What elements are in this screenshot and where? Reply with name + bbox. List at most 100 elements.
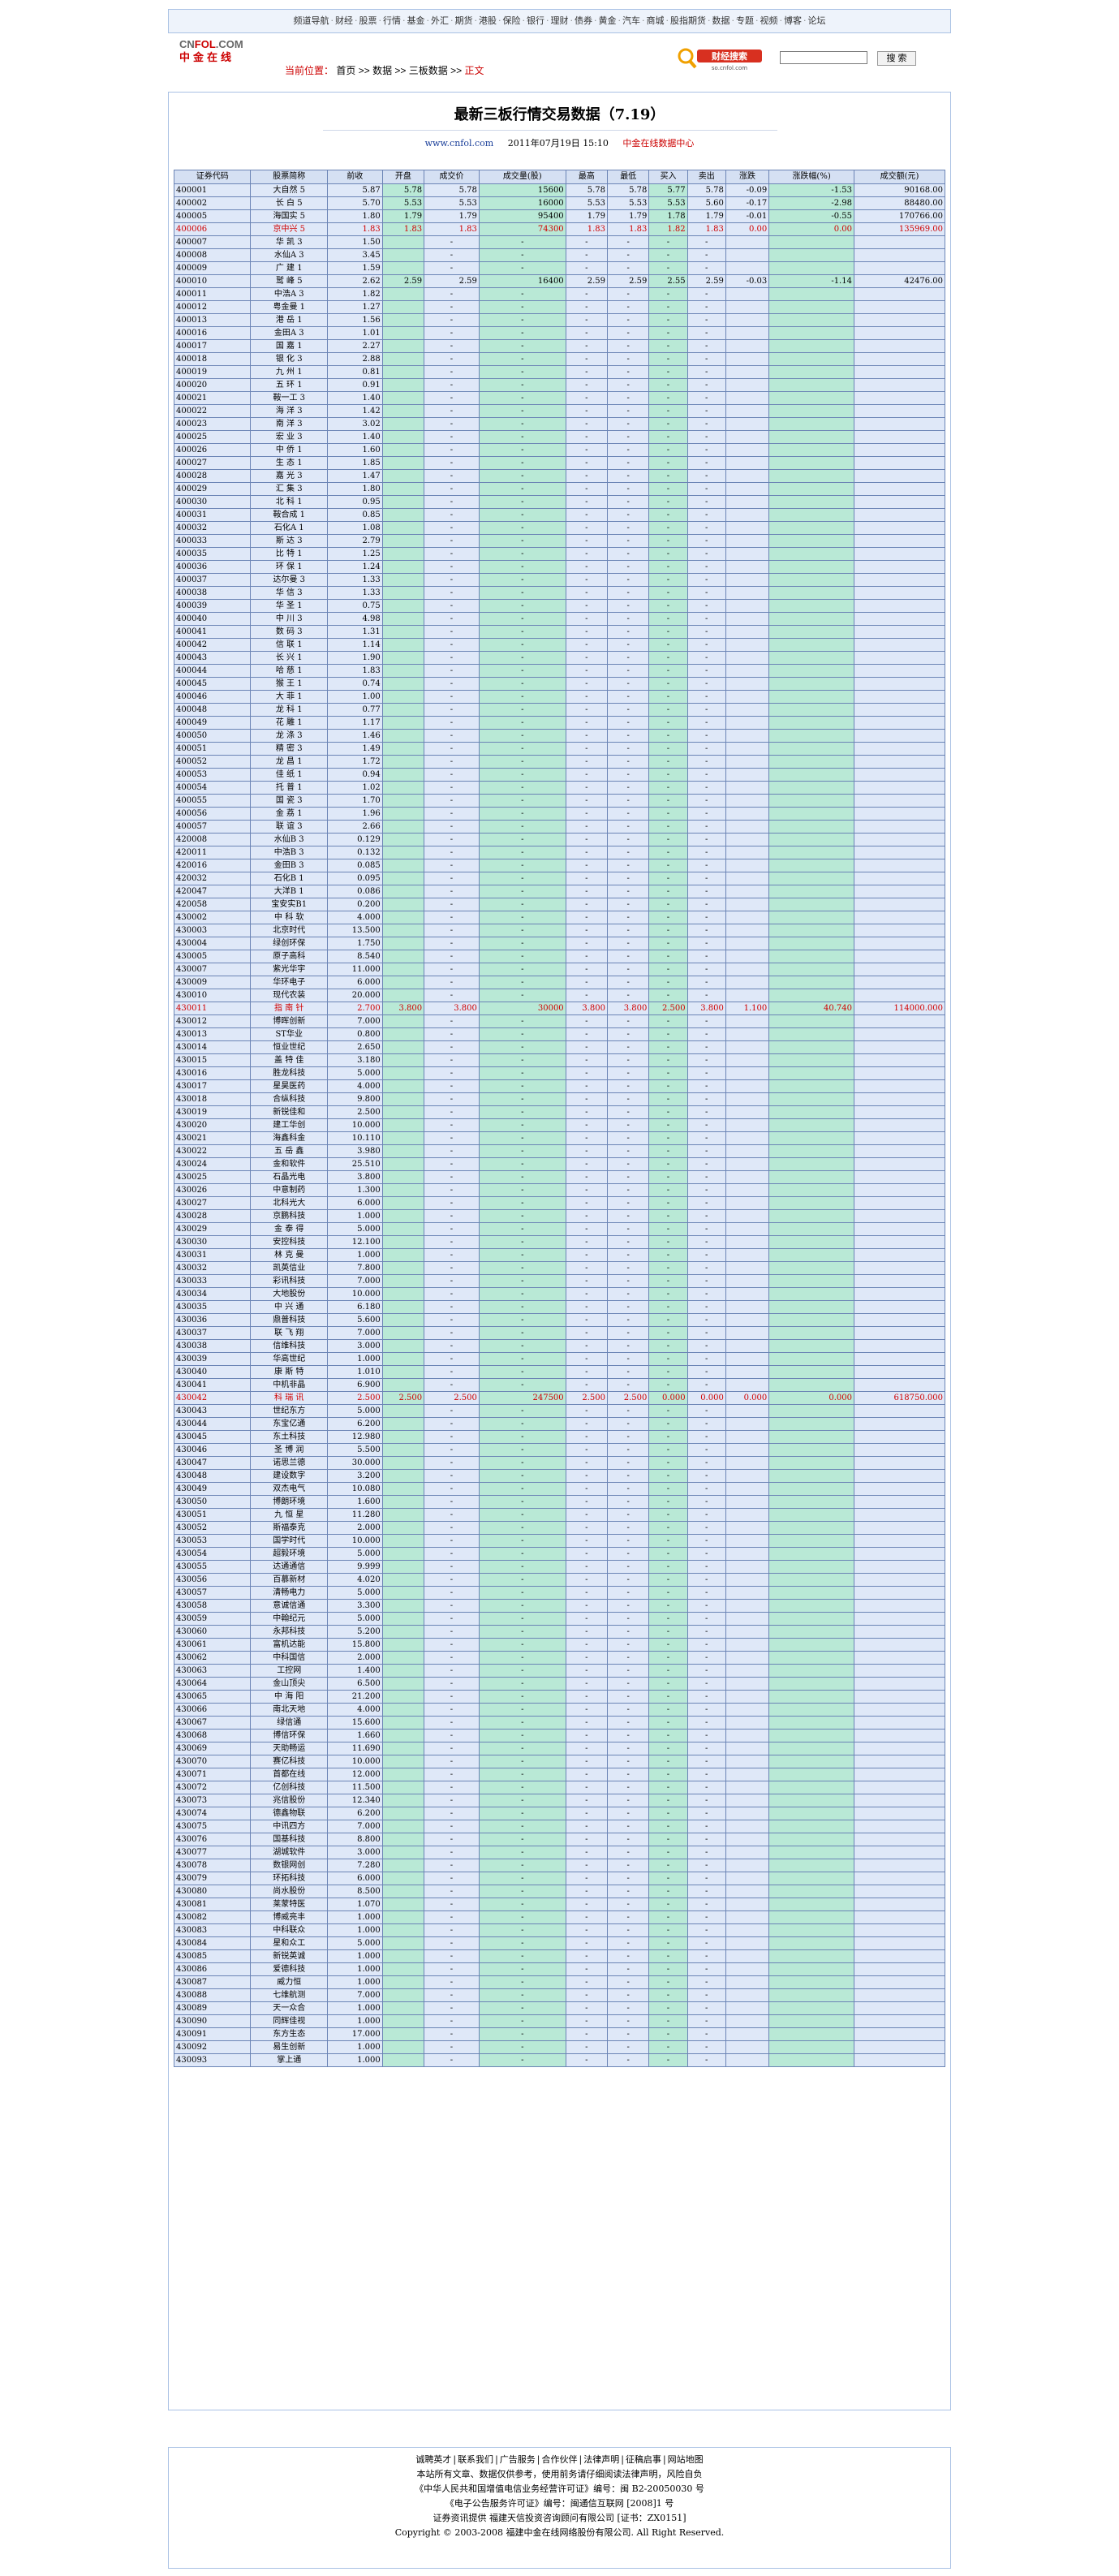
- nav-link[interactable]: 专题: [736, 15, 754, 26]
- table-cell: 430021: [173, 1131, 252, 1145]
- table-cell: 400017: [173, 339, 252, 353]
- table-cell: [381, 469, 425, 483]
- table-cell: [725, 326, 770, 340]
- table-cell: 京中兴 5: [250, 222, 328, 236]
- table-cell: -: [607, 664, 650, 678]
- footer-link[interactable]: 征稿启事: [626, 2454, 661, 2465]
- table-cell: -: [607, 1651, 650, 1665]
- table-cell: [768, 326, 854, 340]
- table-cell: [725, 1755, 770, 1768]
- breadcrumb-link[interactable]: 三板数据: [409, 65, 450, 76]
- table-cell: -: [478, 482, 566, 496]
- nav-link[interactable]: 期货: [455, 15, 473, 26]
- table-cell: 金田B 3: [250, 859, 328, 872]
- nav-link[interactable]: 银行: [527, 15, 544, 26]
- table-cell: 21.200: [326, 1690, 383, 1704]
- caijing-search-logo[interactable]: 财经搜索 so.cnfol.com: [676, 45, 767, 72]
- table-cell: -: [686, 508, 726, 522]
- nav-link[interactable]: 外汇: [431, 15, 449, 26]
- table-cell: -: [565, 1326, 609, 1340]
- nav-link[interactable]: 股票: [359, 15, 377, 26]
- table-cell: -: [607, 625, 650, 639]
- search-logo-url: so.cnfol.com: [712, 65, 747, 71]
- table-cell: 170766.00: [853, 209, 946, 223]
- table-cell: [381, 1118, 425, 1132]
- table-cell: -: [478, 1508, 566, 1522]
- table-cell: 3.800: [565, 1002, 609, 1015]
- footer-link[interactable]: 广告服务: [500, 2454, 536, 2465]
- table-cell: 紫光华宇: [250, 963, 328, 976]
- table-cell: 五 环 1: [250, 378, 328, 392]
- nav-link[interactable]: 黄金: [599, 15, 617, 26]
- table-cell: [725, 1703, 770, 1717]
- table-cell: [725, 1248, 770, 1262]
- table-cell: -: [648, 2053, 688, 2067]
- nav-link[interactable]: 论坛: [808, 15, 826, 26]
- table-cell: [768, 703, 854, 717]
- table-cell: 龙 涤 3: [250, 729, 328, 743]
- table-cell: 430084: [173, 1936, 252, 1950]
- table-cell: -: [607, 1794, 650, 1807]
- footer-link[interactable]: 合作伙伴: [542, 2454, 578, 2465]
- cnfol-logo[interactable]: CNFOL.COM 中金在线: [179, 38, 243, 64]
- breadcrumb-link[interactable]: 数据: [372, 65, 394, 76]
- table-cell: [381, 1768, 425, 1781]
- page-title: 最新三板行情交易数据（7.19）: [454, 106, 665, 123]
- table-cell: -: [424, 729, 480, 743]
- source-link[interactable]: 中金在线数据中心: [622, 138, 694, 149]
- table-cell: [853, 1859, 946, 1872]
- table-cell: [853, 768, 946, 782]
- search-input[interactable]: [780, 51, 867, 64]
- nav-link[interactable]: 港股: [479, 15, 497, 26]
- nav-link[interactable]: 债券: [575, 15, 592, 26]
- table-cell: -: [478, 404, 566, 418]
- footer-link[interactable]: 诚聘英才: [415, 2454, 451, 2465]
- table-cell: 400020: [173, 378, 252, 392]
- table-cell: -: [686, 820, 726, 834]
- table-cell: -: [686, 391, 726, 405]
- table-cell: 凯英信业: [250, 1261, 328, 1275]
- table-cell: -: [565, 1144, 609, 1158]
- column-header: 卖出: [686, 170, 726, 184]
- table-cell: -: [607, 560, 650, 574]
- table-cell: -: [478, 703, 566, 717]
- table-cell: 佳 纸 1: [250, 768, 328, 782]
- table-cell: 430077: [173, 1846, 252, 1859]
- table-cell: -: [648, 573, 688, 587]
- table-cell: [768, 1846, 854, 1859]
- table-cell: -: [607, 1898, 650, 1911]
- table-cell: [768, 1949, 854, 1963]
- table-cell: 九 恒 星: [250, 1508, 328, 1522]
- nav-link[interactable]: 基金: [407, 15, 425, 26]
- nav-link[interactable]: 商城: [647, 15, 665, 26]
- nav-link[interactable]: 视频: [760, 15, 778, 26]
- table-cell: -: [607, 1833, 650, 1846]
- table-cell: [725, 898, 770, 911]
- nav-link[interactable]: 行情: [383, 15, 401, 26]
- nav-link[interactable]: 数据: [712, 15, 730, 26]
- table-cell: [725, 365, 770, 379]
- table-row: 430043 世纪东方 5.000- - - - - -: [173, 1404, 946, 1418]
- nav-link[interactable]: 保险: [503, 15, 521, 26]
- table-row: 430022 五 岳 鑫 3.980- - - - - -: [173, 1144, 946, 1158]
- table-cell: -: [648, 1365, 688, 1379]
- table-cell: -: [565, 1820, 609, 1833]
- breadcrumb-link[interactable]: 首页: [336, 65, 358, 76]
- table-cell: 3.02: [326, 417, 383, 431]
- search-button[interactable]: 搜 索: [877, 51, 916, 66]
- nav-link[interactable]: 理财: [551, 15, 569, 26]
- footer-link[interactable]: 联系我们: [458, 2454, 493, 2465]
- nav-link[interactable]: 股指期货: [670, 15, 706, 26]
- nav-link[interactable]: 博客: [784, 15, 802, 26]
- table-row: 430053 国学时代 10.000- - - - - -: [173, 1534, 946, 1548]
- footer-link[interactable]: 网站地图: [668, 2454, 704, 2465]
- table-cell: -: [478, 1105, 566, 1119]
- table-cell: [768, 1936, 854, 1950]
- footer-link[interactable]: 法律声明: [583, 2454, 619, 2465]
- nav-link[interactable]: 汽车: [622, 15, 640, 26]
- nav-link[interactable]: 财经: [335, 15, 353, 26]
- table-cell: [768, 885, 854, 898]
- table-cell: -: [478, 1378, 566, 1392]
- table-cell: [853, 1521, 946, 1535]
- site-link[interactable]: www.cnfol.com: [425, 138, 494, 149]
